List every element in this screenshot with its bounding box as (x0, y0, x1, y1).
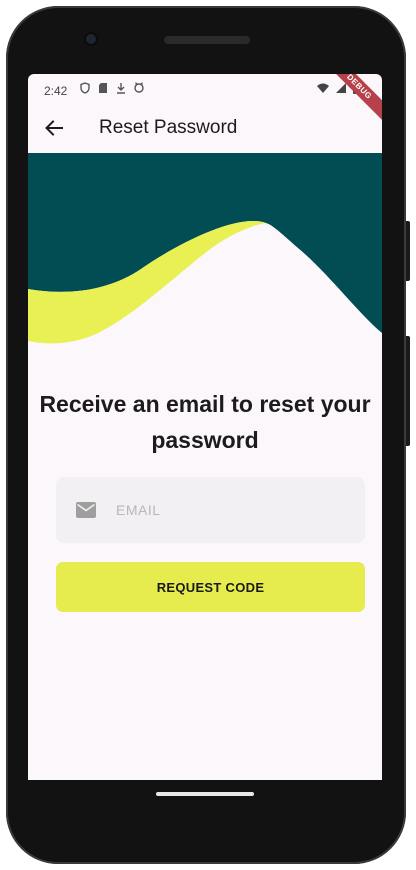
phone-frame: 2:42 DEBUG Reset Password Receive an ema… (6, 6, 410, 864)
email-field[interactable] (56, 477, 365, 543)
app-bar: Reset Password (28, 104, 382, 152)
home-gesture-handle[interactable] (156, 792, 254, 796)
reset-headline: Receive an email to reset your password (39, 391, 371, 453)
sd-card-icon (98, 82, 108, 94)
back-button[interactable] (40, 114, 68, 142)
front-camera (86, 34, 96, 44)
status-notification-icons (80, 82, 144, 94)
status-time: 2:42 (44, 84, 68, 98)
wifi-icon (317, 82, 329, 97)
cat-icon (134, 82, 144, 94)
status-bar: 2:42 DEBUG (28, 74, 382, 124)
email-input[interactable] (114, 501, 338, 519)
page-title: Reset Password (99, 117, 238, 138)
earpiece-speaker (164, 36, 250, 44)
shield-icon (80, 82, 90, 94)
app-screen: 2:42 DEBUG Reset Password Receive an ema… (28, 74, 382, 780)
hero-wave-illustration (28, 153, 382, 353)
system-navigation-bar (6, 780, 406, 820)
signal-icon (335, 82, 347, 97)
arrow-left-icon (45, 120, 63, 136)
request-code-button[interactable]: REQUEST CODE (56, 562, 365, 612)
volume-button (406, 336, 410, 446)
download-icon (116, 82, 126, 94)
power-button (406, 221, 410, 281)
mail-icon (76, 502, 96, 518)
